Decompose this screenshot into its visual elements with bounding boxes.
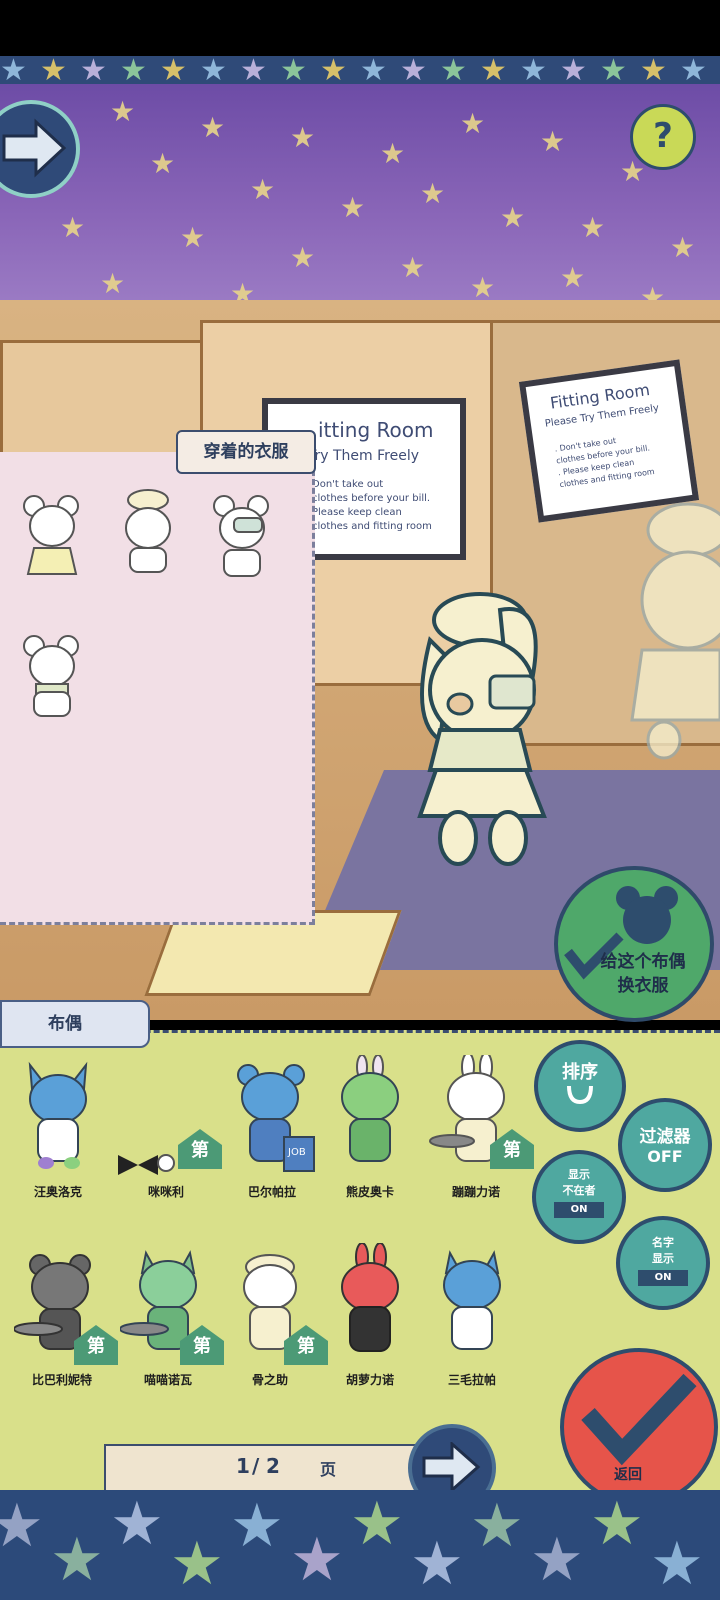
sort-button[interactable]: 排序 (534, 1040, 626, 1132)
sort-claw-icon (567, 1085, 593, 1105)
sign-line: clothes and fitting room (312, 521, 432, 532)
filter-label: 过滤器 (639, 1127, 691, 1147)
doll-item[interactable]: 第 比巴利妮特 (13, 1243, 118, 1403)
dolls-panel-title: 布偶 (0, 1000, 150, 1048)
sign-line: clothes before your bill. (312, 493, 431, 504)
bunny-doll-reflection (630, 502, 720, 760)
sign-subtitle: Try Them Freely (308, 448, 419, 464)
outfit-scarf[interactable] (22, 632, 82, 724)
sort-label: 排序 (562, 1062, 598, 1083)
top-star-border: ★ ★ ★ ★ ★ ★ ★ ★ ★ ★ ★ ★ ★ ★ ★ ★ ★ ★ (0, 56, 720, 86)
doll-item[interactable]: 汪奥洛克 (10, 1055, 106, 1215)
question-icon: ? (653, 116, 673, 156)
doll-name: 三毛拉帕 (447, 1373, 496, 1387)
doll-figure (341, 1054, 399, 1162)
sign-line: Please keep clean (312, 507, 402, 518)
doll-item[interactable]: 第 咪咪利 (118, 1055, 222, 1215)
sign-title: itting Room (318, 418, 434, 442)
star-ceiling: ★ ★ ★ ★ ★ ★ ★ ★ ★ ★ ★ ★ ★ ★ ★ ★ ★ ★ ★ ★ … (0, 84, 720, 304)
name-display-switch: ON (638, 1270, 688, 1286)
doll-name: 比巴利妮特 (31, 1373, 92, 1387)
sign-line: Don't take out (312, 479, 384, 490)
page-total: 2 (266, 1454, 280, 1478)
name-display-label-1: 名字 (652, 1236, 674, 1249)
status-bar (0, 0, 720, 56)
filter-state: OFF (647, 1147, 683, 1166)
name-display-toggle[interactable]: 名字 显示 ON (616, 1216, 710, 1310)
check-icon (581, 1373, 697, 1466)
worn-clothes-title: 穿着的衣服 (176, 430, 316, 474)
bunny-doll-main[interactable] (410, 580, 560, 870)
doll-item[interactable]: 第 骨之助 (222, 1243, 328, 1403)
show-absent-label-1: 显示 (568, 1168, 590, 1181)
doll-item[interactable]: 第 喵喵诺瓦 (119, 1243, 224, 1403)
help-button[interactable]: ? (630, 104, 696, 170)
doll-name: 蹦蹦力诺 (451, 1185, 500, 1199)
page-unit: 页 (320, 1460, 337, 1479)
doll-figure (443, 1250, 501, 1350)
change-clothes-label-2: 换衣服 (617, 976, 669, 996)
page-current: 1 (236, 1454, 250, 1478)
outfit-chef-hat[interactable] (118, 488, 178, 580)
doll-item[interactable]: JOB 巴尔帕拉 (224, 1055, 320, 1215)
change-clothes-button[interactable]: 给这个布偶 换衣服 (554, 866, 714, 1022)
arrow-right-icon (422, 1442, 481, 1492)
doll-name: 熊皮奥卡 (345, 1185, 394, 1199)
show-absent-label-2: 不在者 (562, 1184, 596, 1197)
show-absent-switch: ON (554, 1202, 604, 1218)
doll-figure (341, 1242, 399, 1352)
doll-item[interactable]: 胡萝力诺 (322, 1242, 418, 1403)
name-display-label-2: 显示 (652, 1252, 674, 1265)
doll-figure (28, 1061, 88, 1169)
doll-item[interactable]: 第 蹦蹦力诺 (428, 1052, 534, 1215)
doll-name: 咪咪利 (147, 1185, 184, 1199)
arrow-right-icon (2, 118, 67, 178)
filter-toggle[interactable]: 过滤器 OFF (618, 1098, 712, 1192)
doll-item[interactable]: 三毛拉帕 (424, 1243, 520, 1403)
page-separator: / (252, 1454, 260, 1478)
bottom-star-border: ★ ★ ★ ★ ★ ★ ★ ★ ★ ★ ★ ★ (0, 1490, 720, 1600)
outfit-goggles[interactable] (212, 492, 272, 584)
svg-text:JOB: JOB (287, 1147, 306, 1158)
worn-clothes-panel (0, 452, 315, 925)
doll-name: 汪奥洛克 (33, 1185, 82, 1199)
doll-item[interactable]: 熊皮奥卡 (322, 1054, 418, 1215)
doll-figure: JOB (237, 1064, 315, 1172)
pagination: 1 / 2 页 (104, 1444, 428, 1492)
return-button[interactable]: 返回 (560, 1348, 718, 1506)
return-label: 返回 (614, 1467, 642, 1483)
change-clothes-label-1: 给这个布偶 (600, 952, 686, 972)
outfit-skirt[interactable] (22, 492, 82, 584)
show-absent-toggle[interactable]: 显示 不在者 ON (532, 1150, 626, 1244)
